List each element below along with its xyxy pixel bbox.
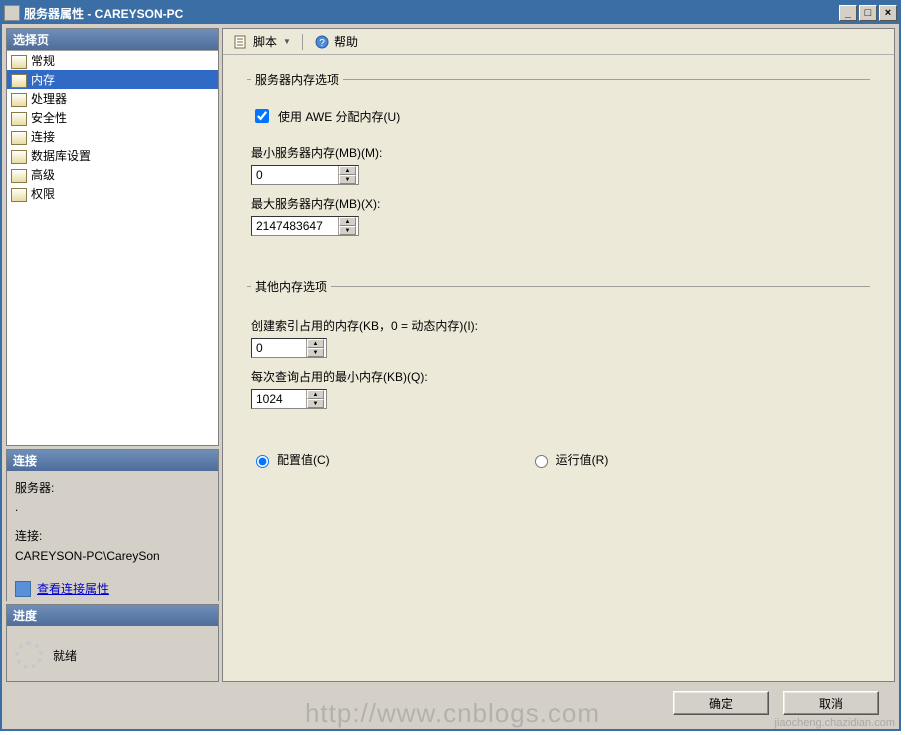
help-label: 帮助 <box>334 33 358 50</box>
config-value-radio-item[interactable]: 配置值(C) <box>251 451 330 468</box>
progress-spinner-icon <box>15 641 43 669</box>
sidebar-item-3[interactable]: 安全性 <box>7 108 218 127</box>
server-label: 服务器: <box>15 479 210 498</box>
left-column: 选择页 常规内存处理器安全性连接数据库设置高级权限 连接 服务器: . 连接: … <box>6 28 219 682</box>
query-memory-input[interactable] <box>252 390 306 408</box>
value-mode-radios: 配置值(C) 运行值(R) <box>251 451 870 468</box>
main-pane: 服务器内存选项 使用 AWE 分配内存(U) 最小服务器内存(MB)(M): ▲… <box>223 55 894 681</box>
sidebar-item-0[interactable]: 常规 <box>7 51 218 70</box>
max-memory-spinner[interactable]: ▲▼ <box>251 216 359 236</box>
cancel-button[interactable]: 取消 <box>783 691 879 715</box>
select-page-panel: 选择页 常规内存处理器安全性连接数据库设置高级权限 <box>6 28 219 446</box>
other-memory-legend: 其他内存选项 <box>251 278 331 295</box>
toolbar: 脚本 ▼ ? 帮助 <box>223 29 894 55</box>
sidebar-item-2[interactable]: 处理器 <box>7 89 218 108</box>
sidebar-item-4[interactable]: 连接 <box>7 127 218 146</box>
min-memory-input[interactable] <box>252 166 338 184</box>
server-value: . <box>15 498 210 517</box>
index-memory-label: 创建索引占用的内存(KB，0 = 动态内存)(I): <box>251 317 866 334</box>
page-icon <box>11 187 27 201</box>
index-memory-input[interactable] <box>252 339 306 357</box>
other-memory-fieldset: 其他内存选项 创建索引占用的内存(KB，0 = 动态内存)(I): ▲▼ 每次查… <box>247 278 870 427</box>
chevron-down-icon: ▼ <box>283 37 291 46</box>
max-memory-input[interactable] <box>252 217 338 235</box>
page-icon <box>11 130 27 144</box>
spin-up-icon[interactable]: ▲ <box>307 339 324 348</box>
connection-header: 连接 <box>7 450 218 471</box>
sidebar-item-6[interactable]: 高级 <box>7 165 218 184</box>
toolbar-separator <box>302 34 303 50</box>
page-icon <box>11 54 27 68</box>
connection-panel: 连接 服务器: . 连接: CAREYSON-PC\CareySon 查看连接属… <box>6 449 219 601</box>
run-value-radio-item[interactable]: 运行值(R) <box>530 451 609 468</box>
connection-label: 连接: <box>15 527 210 546</box>
select-page-header: 选择页 <box>7 29 218 50</box>
progress-header: 进度 <box>7 605 218 626</box>
query-memory-label: 每次查询占用的最小内存(KB)(Q): <box>251 368 866 385</box>
sidebar-item-label: 安全性 <box>31 109 67 126</box>
page-icon <box>11 168 27 182</box>
help-button[interactable]: ? 帮助 <box>310 32 362 51</box>
spin-down-icon[interactable]: ▼ <box>339 175 356 184</box>
sidebar-item-label: 数据库设置 <box>31 147 91 164</box>
help-icon: ? <box>314 34 330 50</box>
query-memory-spinner[interactable]: ▲▼ <box>251 389 327 409</box>
maximize-button[interactable]: □ <box>859 5 877 21</box>
min-memory-label: 最小服务器内存(MB)(M): <box>251 144 866 161</box>
min-memory-spinner[interactable]: ▲▼ <box>251 165 359 185</box>
sidebar-item-1[interactable]: 内存 <box>7 70 218 89</box>
dialog-buttons: 确定 取消 <box>6 685 895 725</box>
sidebar-item-5[interactable]: 数据库设置 <box>7 146 218 165</box>
page-icon <box>11 111 27 125</box>
script-button[interactable]: 脚本 ▼ <box>229 32 295 51</box>
sidebar-item-label: 连接 <box>31 128 55 145</box>
spin-up-icon[interactable]: ▲ <box>307 390 324 399</box>
sidebar-item-label: 权限 <box>31 185 55 202</box>
spin-up-icon[interactable]: ▲ <box>339 166 356 175</box>
progress-panel: 进度 就绪 <box>6 604 219 682</box>
use-awe-checkbox[interactable] <box>255 109 269 123</box>
sidebar-item-label: 常规 <box>31 52 55 69</box>
server-memory-legend: 服务器内存选项 <box>251 71 343 88</box>
page-icon <box>11 149 27 163</box>
window-title: 服务器属性 - CAREYSON-PC <box>24 5 183 22</box>
connection-value: CAREYSON-PC\CareySon <box>15 547 210 566</box>
spin-down-icon[interactable]: ▼ <box>339 226 356 235</box>
server-memory-fieldset: 服务器内存选项 使用 AWE 分配内存(U) 最小服务器内存(MB)(M): ▲… <box>247 71 870 254</box>
sidebar-item-label: 处理器 <box>31 90 67 107</box>
progress-status: 就绪 <box>53 647 77 664</box>
script-label: 脚本 <box>253 33 277 50</box>
page-list[interactable]: 常规内存处理器安全性连接数据库设置高级权限 <box>7 50 218 445</box>
sidebar-item-label: 高级 <box>31 166 55 183</box>
use-awe-label: 使用 AWE 分配内存(U) <box>278 108 400 125</box>
config-value-radio[interactable] <box>256 455 269 468</box>
close-button[interactable]: × <box>879 5 897 21</box>
connection-properties-icon <box>15 581 31 597</box>
config-value-label: 配置值(C) <box>277 451 330 468</box>
run-value-radio[interactable] <box>535 455 548 468</box>
spin-up-icon[interactable]: ▲ <box>339 217 356 226</box>
view-connection-properties-link[interactable]: 查看连接属性 <box>37 580 109 599</box>
sidebar-item-7[interactable]: 权限 <box>7 184 218 203</box>
run-value-label: 运行值(R) <box>556 451 609 468</box>
spin-down-icon[interactable]: ▼ <box>307 348 324 357</box>
app-icon <box>4 5 20 21</box>
page-icon <box>11 92 27 106</box>
page-icon <box>11 73 27 87</box>
svg-text:?: ? <box>319 38 325 49</box>
index-memory-spinner[interactable]: ▲▼ <box>251 338 327 358</box>
spin-down-icon[interactable]: ▼ <box>307 399 324 408</box>
server-properties-window: 服务器属性 - CAREYSON-PC _ □ × 选择页 常规内存处理器安全性… <box>0 0 901 731</box>
right-column: 脚本 ▼ ? 帮助 服务器内存选项 <box>222 28 895 682</box>
script-icon <box>233 34 249 50</box>
ok-button[interactable]: 确定 <box>673 691 769 715</box>
max-memory-label: 最大服务器内存(MB)(X): <box>251 195 866 212</box>
minimize-button[interactable]: _ <box>839 5 857 21</box>
titlebar[interactable]: 服务器属性 - CAREYSON-PC _ □ × <box>2 2 899 24</box>
sidebar-item-label: 内存 <box>31 71 55 88</box>
